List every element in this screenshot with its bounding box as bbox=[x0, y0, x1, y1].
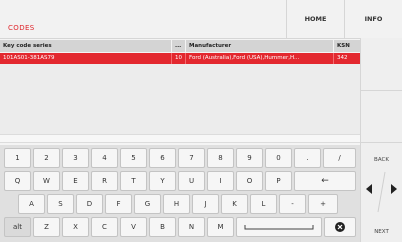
side-divider bbox=[361, 90, 402, 91]
key-q[interactable]: Q bbox=[4, 171, 31, 191]
key-4[interactable]: 4 bbox=[91, 148, 118, 168]
key-k[interactable]: K bbox=[221, 194, 248, 214]
key-n[interactable]: N bbox=[178, 217, 205, 237]
nav-arrows bbox=[366, 171, 397, 213]
backspace-key[interactable]: ← bbox=[294, 171, 356, 191]
key-3[interactable]: 3 bbox=[62, 148, 89, 168]
key-t[interactable]: T bbox=[120, 171, 147, 191]
key-i[interactable]: I bbox=[207, 171, 234, 191]
key-s[interactable]: S bbox=[47, 194, 74, 214]
clear-x-icon bbox=[335, 222, 345, 232]
key-u[interactable]: U bbox=[178, 171, 205, 191]
page-title: CODES bbox=[8, 24, 35, 32]
table-header: Key code series ... Manufacturer KSN bbox=[0, 40, 360, 52]
info-button[interactable]: INFO bbox=[344, 0, 402, 38]
key-2[interactable]: 2 bbox=[33, 148, 60, 168]
on-screen-keyboard: 1 2 3 4 5 6 7 8 9 0 . / Q W E R T Y U I … bbox=[0, 145, 360, 242]
column-header-key-code-series[interactable]: Key code series bbox=[0, 40, 172, 52]
key-p[interactable]: P bbox=[265, 171, 292, 191]
column-header-ksn[interactable]: KSN bbox=[334, 40, 360, 52]
key-l[interactable]: L bbox=[250, 194, 277, 214]
column-header-manufacturer[interactable]: Manufacturer bbox=[186, 40, 334, 52]
key-z[interactable]: Z bbox=[33, 217, 60, 237]
key-minus[interactable]: - bbox=[279, 194, 306, 214]
key-0[interactable]: 0 bbox=[265, 148, 292, 168]
triangle-left-icon[interactable] bbox=[366, 184, 372, 194]
key-8[interactable]: 8 bbox=[207, 148, 234, 168]
key-d[interactable]: D bbox=[76, 194, 103, 214]
table-row[interactable]: 101AS01-381AS79 10 Ford (Australia),Ford… bbox=[0, 53, 360, 64]
next-button[interactable]: NEXT bbox=[361, 222, 402, 242]
key-e[interactable]: E bbox=[62, 171, 89, 191]
cell-ksn: 342 bbox=[337, 55, 348, 61]
key-j[interactable]: J bbox=[192, 194, 219, 214]
key-b[interactable]: B bbox=[149, 217, 176, 237]
key-v[interactable]: V bbox=[120, 217, 147, 237]
key-a[interactable]: A bbox=[18, 194, 45, 214]
clear-key[interactable] bbox=[324, 217, 356, 237]
key-slash[interactable]: / bbox=[323, 148, 356, 168]
key-c[interactable]: C bbox=[91, 217, 118, 237]
cell-key-code-series: 101AS01-381AS79 bbox=[0, 53, 172, 64]
key-5[interactable]: 5 bbox=[120, 148, 147, 168]
key-plus[interactable]: + bbox=[308, 194, 338, 214]
key-period[interactable]: . bbox=[294, 148, 321, 168]
spacebar-icon bbox=[244, 225, 314, 230]
column-header-ellipsis[interactable]: ... bbox=[172, 40, 186, 52]
cell-count: 10 bbox=[172, 53, 186, 64]
key-y[interactable]: Y bbox=[149, 171, 176, 191]
key-o[interactable]: O bbox=[236, 171, 263, 191]
alt-key[interactable]: alt bbox=[4, 217, 31, 237]
key-w[interactable]: W bbox=[33, 171, 60, 191]
key-1[interactable]: 1 bbox=[4, 148, 31, 168]
cell-manufacturer: Ford (Australia),Ford (USA),Hummer,H... bbox=[186, 53, 334, 64]
spacebar-key[interactable] bbox=[236, 217, 322, 237]
key-m[interactable]: M bbox=[207, 217, 234, 237]
key-7[interactable]: 7 bbox=[178, 148, 205, 168]
triangle-right-icon[interactable] bbox=[391, 184, 397, 194]
horizontal-scrollbar[interactable] bbox=[0, 134, 360, 143]
table-body-empty bbox=[0, 64, 360, 134]
key-6[interactable]: 6 bbox=[149, 148, 176, 168]
key-x[interactable]: X bbox=[62, 217, 89, 237]
key-g[interactable]: G bbox=[134, 194, 161, 214]
key-9[interactable]: 9 bbox=[236, 148, 263, 168]
key-r[interactable]: R bbox=[91, 171, 118, 191]
home-button[interactable]: HOME bbox=[286, 0, 344, 38]
key-f[interactable]: F bbox=[105, 194, 132, 214]
key-h[interactable]: H bbox=[163, 194, 190, 214]
